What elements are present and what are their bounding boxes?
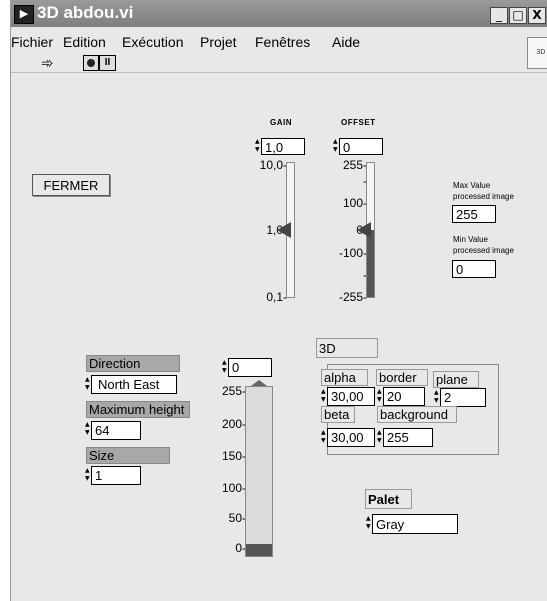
offset-tick-minor2: - bbox=[363, 268, 367, 282]
title-bar[interactable]: ▶ 3D abdou.vi _ □ X bbox=[11, 0, 547, 27]
background-spinner-icon[interactable]: ▲ ▼ bbox=[377, 429, 382, 446]
meter-tick-150: 150- bbox=[221, 449, 246, 463]
palet-ring[interactable]: Gray bbox=[372, 514, 458, 534]
menu-fichier[interactable]: Fichier bbox=[11, 34, 53, 50]
min-value-indicator: 0 bbox=[452, 260, 496, 278]
meter-top-arrow-icon bbox=[251, 380, 267, 386]
plane-input[interactable]: 2 bbox=[440, 388, 486, 407]
offset-tick-neg255: -255- bbox=[338, 290, 367, 304]
offset-tick-100: 100- bbox=[342, 196, 367, 210]
background-label: background bbox=[377, 406, 457, 423]
meter-track[interactable] bbox=[245, 386, 273, 557]
meter-tick-50: 50- bbox=[228, 511, 246, 525]
direction-ring[interactable]: North East bbox=[91, 375, 177, 394]
direction-spinner-icon[interactable]: ▲ ▼ bbox=[85, 376, 90, 393]
menu-fenetres[interactable]: Fenêtres bbox=[255, 34, 310, 50]
max-height-spinner-icon[interactable]: ▲ ▼ bbox=[85, 421, 90, 438]
border-label: border bbox=[376, 369, 428, 386]
minimize-button[interactable]: _ bbox=[490, 7, 508, 24]
offset-spinner-icon[interactable]: ▲ ▼ bbox=[333, 138, 338, 155]
meter-tick-255: 255- bbox=[221, 384, 246, 398]
meter-input[interactable]: 0 bbox=[228, 358, 272, 377]
max-value-indicator: 255 bbox=[452, 205, 496, 223]
offset-input[interactable]: 0 bbox=[339, 138, 383, 155]
border-spinner-icon[interactable]: ▲ ▼ bbox=[377, 388, 382, 405]
gain-input[interactable]: 1,0 bbox=[261, 138, 305, 155]
background-input[interactable]: 255 bbox=[383, 428, 433, 447]
max-height-input[interactable]: 64 bbox=[91, 421, 141, 440]
offset-label: OFFSET bbox=[341, 118, 376, 127]
beta-input[interactable]: 30,00 bbox=[327, 428, 375, 447]
offset-tick-255: 255- bbox=[342, 158, 367, 172]
size-input[interactable]: 1 bbox=[91, 466, 141, 485]
size-label: Size bbox=[86, 447, 170, 464]
pause-icon[interactable]: II bbox=[99, 55, 116, 71]
meter-fill bbox=[246, 544, 272, 556]
offset-slider-fill bbox=[367, 230, 374, 297]
gain-spinner-icon[interactable]: ▲ ▼ bbox=[255, 138, 260, 155]
run-arrow-icon[interactable]: ➾ bbox=[41, 54, 54, 72]
abort-icon[interactable] bbox=[83, 55, 99, 71]
panel-divider bbox=[11, 72, 547, 73]
close-button[interactable]: X bbox=[528, 7, 546, 24]
size-spinner-icon[interactable]: ▲ ▼ bbox=[85, 467, 90, 484]
meter-tick-0: 0- bbox=[235, 541, 246, 555]
border-input[interactable]: 20 bbox=[383, 387, 425, 406]
max-value-label-2: processed image bbox=[453, 192, 514, 201]
menu-projet[interactable]: Projet bbox=[200, 34, 237, 50]
palet-spinner-icon[interactable]: ▲ ▼ bbox=[366, 515, 371, 532]
offset-slider-handle[interactable] bbox=[357, 222, 371, 238]
plane-spinner-icon[interactable]: ▲ ▼ bbox=[434, 389, 439, 406]
offset-tick-minor1: - bbox=[363, 174, 367, 188]
vi-icon-tab[interactable]: 3D bbox=[527, 37, 547, 69]
offset-tick-neg100: -100- bbox=[338, 246, 367, 260]
meter-tick-100: 100- bbox=[221, 481, 246, 495]
gain-label: GAIN bbox=[270, 118, 292, 127]
plane-label: plane bbox=[433, 371, 479, 388]
beta-spinner-icon[interactable]: ▲ ▼ bbox=[321, 429, 326, 446]
menu-edition[interactable]: Edition bbox=[63, 34, 106, 50]
alpha-spinner-icon[interactable]: ▲ ▼ bbox=[321, 388, 326, 405]
vi-window: ▶ 3D abdou.vi _ □ X Fichier Edition Exéc… bbox=[10, 0, 547, 601]
three-d-title: 3D bbox=[316, 338, 378, 358]
gain-slider-handle[interactable] bbox=[277, 222, 291, 238]
max-value-label-1: Max Value bbox=[453, 181, 491, 190]
beta-label: beta bbox=[321, 406, 355, 423]
menu-aide[interactable]: Aide bbox=[332, 34, 360, 50]
menu-bar: Fichier Edition Exécution Projet Fenêtre… bbox=[11, 32, 547, 52]
alpha-label: alpha bbox=[321, 369, 368, 386]
menu-execution[interactable]: Exécution bbox=[122, 34, 183, 50]
palet-label: Palet bbox=[365, 489, 412, 509]
alpha-input[interactable]: 30,00 bbox=[327, 387, 375, 406]
max-height-label: Maximum height bbox=[86, 401, 190, 418]
labview-app-icon: ▶ bbox=[14, 5, 34, 24]
fermer-button[interactable]: FERMER bbox=[32, 174, 110, 196]
meter-tick-200: 200- bbox=[221, 417, 246, 431]
min-value-label-1: Min Value bbox=[453, 235, 488, 244]
direction-label: Direction bbox=[86, 355, 180, 372]
gain-tick-min: 0,1- bbox=[266, 290, 287, 304]
gain-tick-max: 10,0- bbox=[259, 158, 287, 172]
meter-spinner-icon[interactable]: ▲ ▼ bbox=[222, 359, 227, 376]
min-value-label-2: processed image bbox=[453, 246, 514, 255]
window-title: 3D abdou.vi bbox=[37, 3, 134, 22]
maximize-button[interactable]: □ bbox=[509, 7, 527, 24]
